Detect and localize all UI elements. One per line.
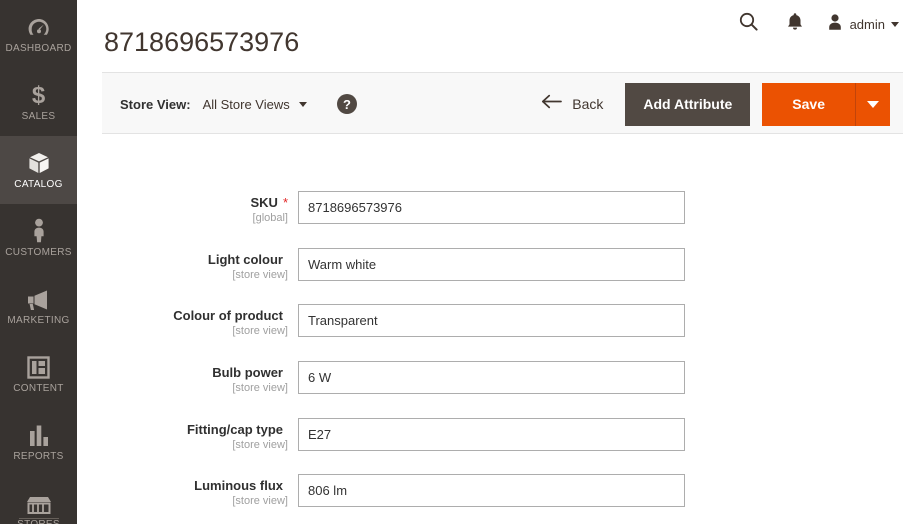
field-row-bulb-power: Bulb power [store view] <box>102 361 917 394</box>
field-scope: [store view] <box>232 439 288 451</box>
field-label-col: SKU * [global] <box>102 191 298 224</box>
person-icon <box>30 218 48 243</box>
save-split-button: Save <box>762 82 890 126</box>
field-label-col: Bulb power [store view] <box>102 361 298 394</box>
admin-account-menu[interactable]: admin <box>818 9 903 39</box>
field-row-sku: SKU * [global] <box>102 191 917 224</box>
luminous-flux-input[interactable] <box>298 474 685 507</box>
field-row-colour-of-product: Colour of product [store view] <box>102 304 917 337</box>
sidebar-item-label: CATALOG <box>14 179 63 190</box>
field-label-col: Luminous flux [store view] <box>102 474 298 507</box>
megaphone-icon <box>26 286 51 311</box>
field-label: SKU <box>250 195 278 210</box>
product-attributes-form: SKU* [global] Light colour [store view] … <box>102 134 917 524</box>
store-view-dropdown[interactable]: All Store Views <box>203 97 307 112</box>
svg-text:$: $ <box>32 82 46 107</box>
sidebar-divider <box>19 518 59 519</box>
sidebar-item-stores[interactable]: STORES <box>0 476 77 524</box>
header-actions: admin <box>726 9 903 39</box>
arrow-left-icon <box>541 94 563 114</box>
field-label: Colour of product <box>173 308 283 323</box>
storefront-icon <box>26 490 52 515</box>
field-label-wrap: Luminous flux <box>102 477 288 495</box>
notifications-button[interactable] <box>772 9 818 39</box>
layout-window-icon <box>27 354 50 379</box>
save-options-button[interactable] <box>855 82 890 126</box>
field-label: Fitting/cap type <box>186 422 283 437</box>
sidebar-item-label: CUSTOMERS <box>5 247 72 258</box>
required-marker: * <box>282 195 288 210</box>
search-icon <box>739 12 758 36</box>
field-row-luminous-flux: Luminous flux [store view] <box>102 474 917 507</box>
chevron-down-icon <box>298 101 307 107</box>
sidebar-item-label: CONTENT <box>13 383 64 394</box>
main-sidebar: DASHBOARD $ SALES CATALOG CUSTOMERS MARK… <box>0 0 77 524</box>
field-label-col: Colour of product [store view] <box>102 304 298 337</box>
field-scope: [global] <box>252 212 288 224</box>
sidebar-item-label: DASHBOARD <box>5 43 72 54</box>
colour-of-product-input[interactable] <box>298 304 685 337</box>
add-attribute-button[interactable]: Add Attribute <box>625 82 751 126</box>
light-colour-input[interactable] <box>298 248 685 281</box>
user-avatar-icon <box>826 13 844 36</box>
field-label-wrap: Colour of product <box>102 307 288 325</box>
sidebar-item-dashboard[interactable]: DASHBOARD <box>0 0 77 68</box>
sidebar-item-marketing[interactable]: MARKETING <box>0 272 77 340</box>
chevron-down-icon <box>867 100 879 108</box>
back-label: Back <box>572 96 604 112</box>
sidebar-item-reports[interactable]: REPORTS <box>0 408 77 476</box>
toolbar-actions: Back Add Attribute Save <box>541 73 890 135</box>
question-mark-icon[interactable]: ? <box>337 94 357 114</box>
sidebar-item-catalog[interactable]: CATALOG <box>0 136 77 204</box>
store-view-selected-value: All Store Views <box>202 96 290 112</box>
global-search-button[interactable] <box>726 9 772 39</box>
dashboard-gauge-icon <box>27 14 51 39</box>
field-label-col: Light colour [store view] <box>102 248 298 281</box>
back-button[interactable]: Back <box>541 94 603 114</box>
page-header: 8718696573976 admin <box>77 0 917 58</box>
bar-chart-icon <box>28 422 50 447</box>
page-toolbar: Store View: All Store Views ? Back Add A… <box>102 72 903 134</box>
box-icon <box>27 150 51 175</box>
field-row-light-colour: Light colour [store view] <box>102 248 917 281</box>
field-scope: [store view] <box>232 325 288 337</box>
store-view-control: Store View: All Store Views <box>120 73 307 135</box>
sku-input[interactable] <box>298 191 685 224</box>
field-label-wrap: Fitting/cap type <box>102 421 288 439</box>
field-label: Light colour <box>207 252 283 267</box>
admin-username: admin <box>849 16 885 32</box>
fitting-cap-type-input[interactable] <box>298 418 685 451</box>
chevron-down-icon <box>891 21 899 27</box>
store-view-label: Store View: <box>120 96 191 112</box>
sidebar-item-sales[interactable]: $ SALES <box>0 68 77 136</box>
bulb-power-input[interactable] <box>298 361 685 394</box>
sidebar-item-label: STORES <box>17 519 60 524</box>
field-label: Bulb power <box>212 365 283 380</box>
field-label-wrap: Light colour <box>102 251 288 269</box>
field-label-wrap: Bulb power <box>102 364 288 382</box>
admin-page: DASHBOARD $ SALES CATALOG CUSTOMERS MARK… <box>0 0 917 524</box>
field-scope: [store view] <box>232 382 288 394</box>
sidebar-item-label: MARKETING <box>7 315 70 326</box>
field-scope: [store view] <box>232 495 288 507</box>
bell-icon <box>786 12 804 37</box>
sidebar-item-customers[interactable]: CUSTOMERS <box>0 204 77 272</box>
sidebar-item-content[interactable]: CONTENT <box>0 340 77 408</box>
sidebar-item-label: REPORTS <box>13 451 64 462</box>
field-label: Luminous flux <box>194 478 283 493</box>
field-label-col: Fitting/cap type [store view] <box>102 418 298 451</box>
dollar-sign-icon: $ <box>30 82 47 107</box>
page-title: 8718696573976 <box>104 27 300 58</box>
field-row-fitting-cap-type: Fitting/cap type [store view] <box>102 418 917 451</box>
field-scope: [store view] <box>232 269 288 281</box>
sidebar-item-label: SALES <box>21 111 56 122</box>
save-button[interactable]: Save <box>762 82 855 126</box>
field-label-wrap: SKU * <box>102 194 288 212</box>
